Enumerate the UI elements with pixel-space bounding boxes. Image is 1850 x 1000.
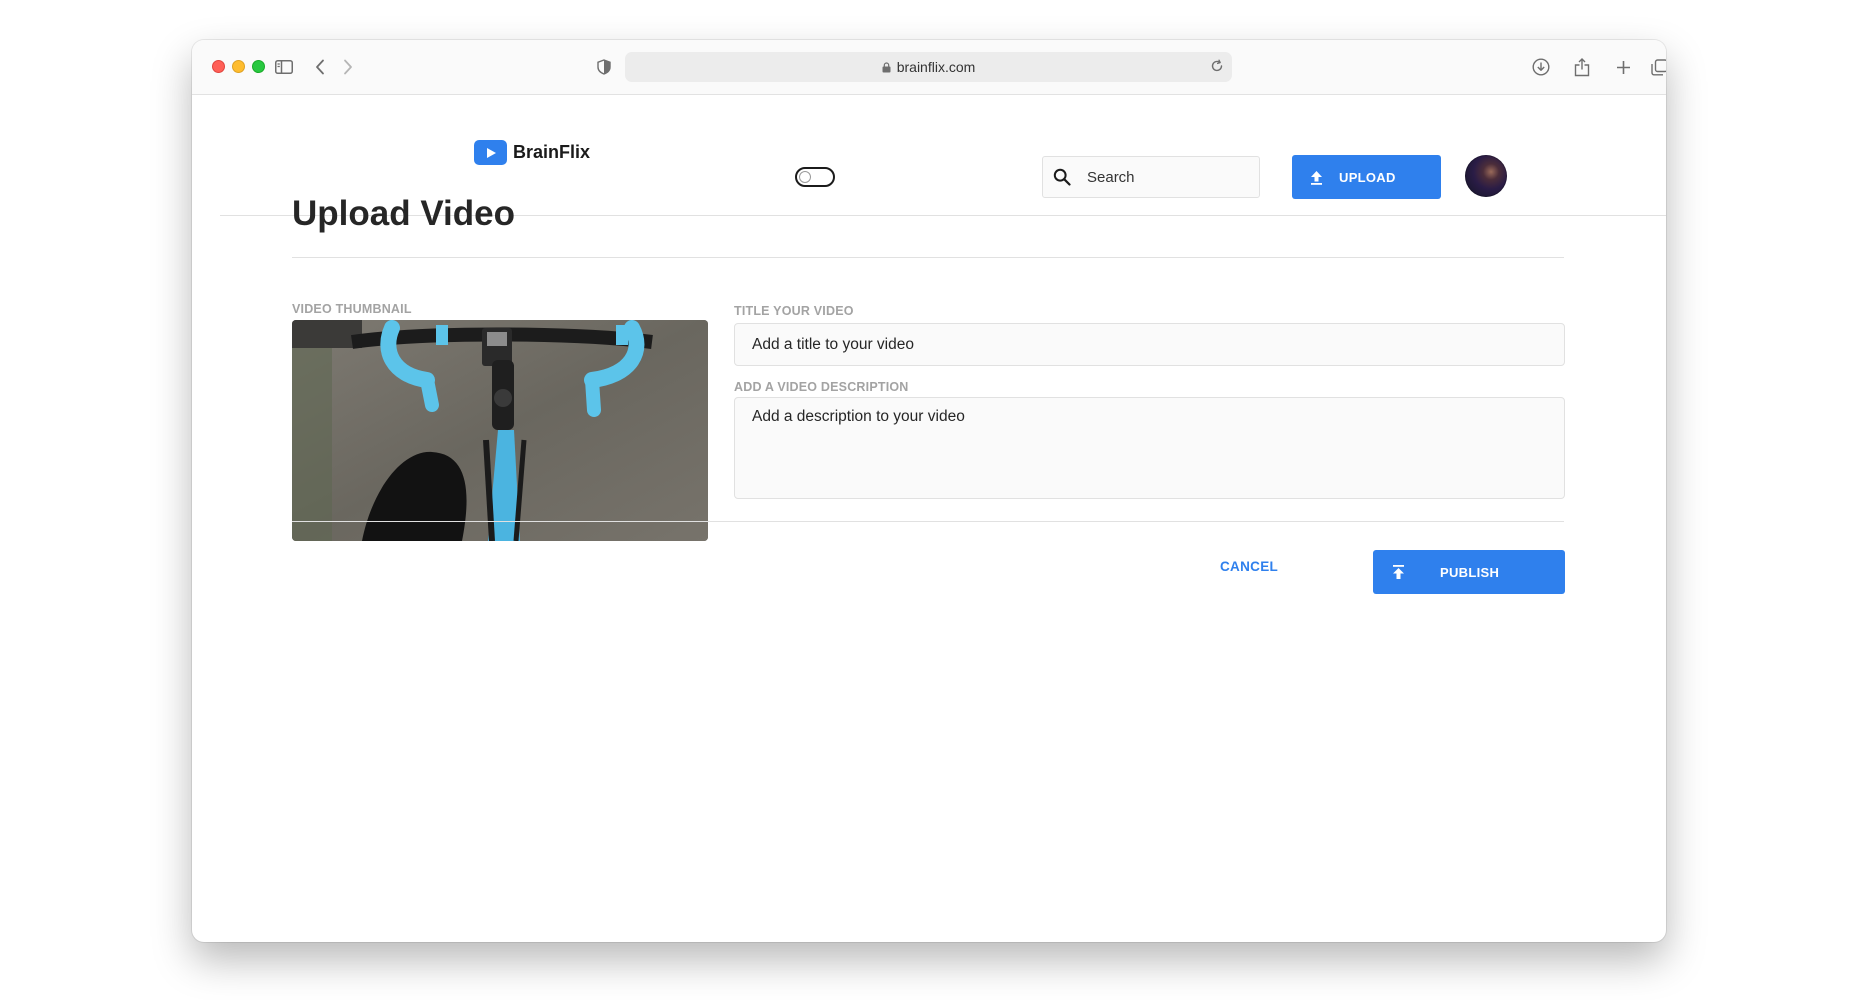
theme-toggle[interactable] [795,167,835,187]
video-thumbnail [292,320,708,541]
upload-button-label: UPLOAD [1339,169,1396,185]
publish-icon [1392,564,1405,580]
avatar[interactable] [1465,155,1507,197]
sidebar-icon[interactable] [272,55,296,79]
video-description-input[interactable] [734,397,1565,499]
minimize-window-button[interactable] [232,60,245,73]
tabs-overview-icon[interactable] [1647,55,1666,79]
toggle-knob [799,171,811,183]
video-description-label: ADD A VIDEO DESCRIPTION [734,380,909,394]
bike-handlebar-image [292,320,708,541]
back-icon[interactable] [308,55,332,79]
play-icon [474,140,507,165]
new-tab-icon[interactable] [1611,55,1635,79]
forward-icon[interactable] [336,55,360,79]
cancel-button[interactable]: CANCEL [1220,559,1278,574]
share-icon[interactable] [1570,55,1594,79]
page-title: Upload Video [292,194,515,233]
video-title-label: TITLE YOUR VIDEO [734,304,854,318]
url-text: brainflix.com [896,59,976,75]
zoom-window-button[interactable] [252,60,265,73]
download-icon[interactable] [1529,55,1553,79]
publish-button-label: PUBLISH [1440,564,1500,580]
browser-toolbar: brainflix.com [192,40,1666,95]
close-window-button[interactable] [212,60,225,73]
lock-icon [882,61,891,73]
form-divider [292,521,1564,522]
logo-text: BrainFlix [513,142,591,162]
thumbnail-label: VIDEO THUMBNAIL [292,302,412,316]
upload-button[interactable]: UPLOAD [1292,155,1441,199]
video-title-input[interactable] [734,323,1565,366]
publish-button[interactable]: PUBLISH [1373,550,1565,594]
address-bar[interactable]: brainflix.com [625,52,1232,82]
shield-icon[interactable] [592,55,616,79]
search-input[interactable] [1085,167,1239,187]
search-icon [1053,168,1071,186]
title-divider [292,257,1564,258]
search-box [1042,156,1260,198]
reload-icon[interactable] [1210,59,1224,76]
browser-window: brainflix.com BrainFlix Search UPLOAD Up… [192,40,1666,942]
brainflix-logo[interactable]: BrainFlix [474,140,590,165]
upload-icon [1310,170,1323,185]
